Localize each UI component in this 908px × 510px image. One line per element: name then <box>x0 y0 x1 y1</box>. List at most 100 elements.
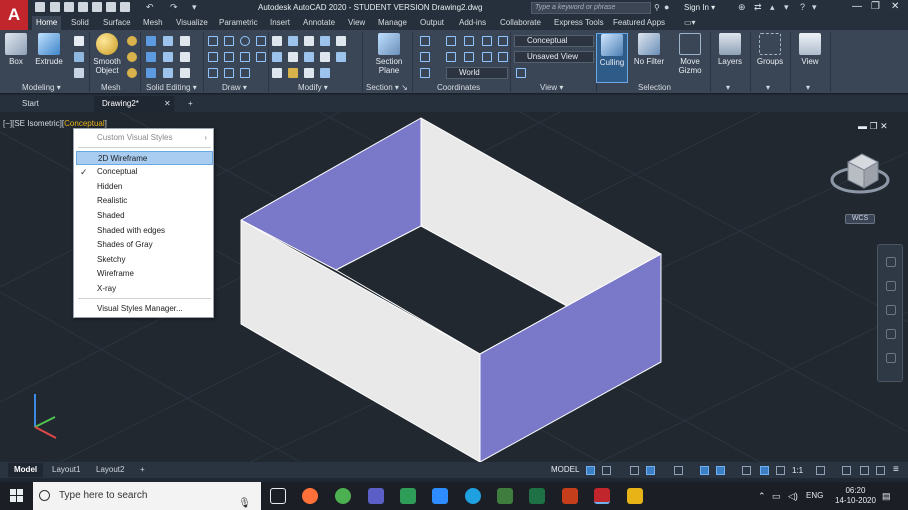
exchange-icon[interactable]: ▴ <box>770 2 775 13</box>
draw-panel-label[interactable]: Draw ▾ <box>222 83 247 92</box>
taskbar-search-input[interactable]: Type here to search 🎙 <box>33 482 261 510</box>
solid-editing-panel-label[interactable]: Solid Editing ▾ <box>146 83 197 92</box>
binoculars-icon[interactable]: ⚲ <box>654 3 664 13</box>
workspace-gear-icon[interactable] <box>816 466 825 475</box>
groups-button[interactable]: Groups <box>754 33 786 66</box>
view-panel-label[interactable]: View ▾ <box>540 83 563 92</box>
circle-icon[interactable] <box>240 36 250 46</box>
qat-more-icon[interactable]: ▾ <box>192 2 197 13</box>
tab-featured-apps[interactable]: Featured Apps <box>609 16 669 30</box>
ucs-object-icon[interactable] <box>446 52 456 62</box>
ucs-3point-icon[interactable] <box>482 52 492 62</box>
redo-icon[interactable]: ↷ <box>170 2 178 13</box>
tab-parametric[interactable]: Parametric <box>215 16 262 30</box>
minimize-icon[interactable]: — <box>852 1 862 12</box>
close-icon[interactable]: ✕ <box>891 1 899 12</box>
annotation-monitor-icon[interactable] <box>842 466 851 475</box>
viewport-minimize-icon[interactable]: ▬ <box>858 121 867 131</box>
dynamic-ucs-icon[interactable] <box>742 466 751 475</box>
offset-icon[interactable] <box>336 52 346 62</box>
layout-tab-layout1[interactable]: Layout1 <box>46 463 86 477</box>
line-icon[interactable] <box>208 36 218 46</box>
loft-icon[interactable] <box>74 68 84 78</box>
polyline-icon[interactable] <box>224 36 234 46</box>
trim-icon[interactable] <box>304 36 314 46</box>
rectangle-icon[interactable] <box>208 68 218 78</box>
menu-item-conceptual[interactable]: ✓ Conceptual <box>74 165 213 179</box>
polysolid-icon[interactable] <box>74 36 84 46</box>
visual-style-dropdown[interactable]: Conceptual <box>514 35 594 47</box>
menu-item-x-ray[interactable]: X-ray <box>74 282 213 296</box>
tab-visualize[interactable]: Visualize <box>172 16 212 30</box>
mirror-icon[interactable] <box>336 36 346 46</box>
volume-icon[interactable]: ◁) <box>788 491 798 502</box>
viewport-label-prefix[interactable]: [−][SE Isometric][ <box>3 119 64 128</box>
microphone-icon[interactable]: 🎙 <box>238 490 251 510</box>
steering-wheel-icon[interactable] <box>886 257 896 267</box>
object-snap-icon[interactable] <box>716 466 725 475</box>
visual-style-label[interactable]: Conceptual <box>64 119 104 128</box>
tab-home[interactable]: Home <box>32 16 62 30</box>
scale-icon[interactable] <box>304 52 314 62</box>
cart-icon[interactable]: ⊕ <box>738 2 746 13</box>
thicken-icon[interactable] <box>163 68 173 78</box>
sign-in-button[interactable]: Sign In ▾ <box>674 3 715 12</box>
erase-icon[interactable] <box>272 68 282 78</box>
search-input[interactable]: Type a keyword or phrase <box>531 2 651 14</box>
help-icon[interactable]: ? <box>800 2 805 12</box>
snipping-icon[interactable] <box>400 488 416 504</box>
autocad-logo[interactable]: A <box>0 0 28 30</box>
separate-icon[interactable] <box>180 68 190 78</box>
tab-mesh[interactable]: Mesh <box>139 16 167 30</box>
smooth-less-icon[interactable] <box>127 52 137 62</box>
viewport-restore-icon[interactable]: ❐ <box>870 121 878 131</box>
file-explorer-icon[interactable] <box>627 488 643 504</box>
presspull-icon[interactable] <box>74 52 84 62</box>
arc-icon[interactable] <box>256 36 266 46</box>
save-icon[interactable] <box>64 2 74 12</box>
share-icon[interactable]: ⇄ <box>754 2 762 13</box>
ucs-z-icon[interactable] <box>498 36 508 46</box>
save-web-icon[interactable] <box>106 2 116 12</box>
network-icon[interactable]: ▭ <box>772 491 781 502</box>
teams-icon[interactable] <box>368 488 384 504</box>
input-language[interactable]: ENG <box>806 491 823 500</box>
customization-menu-icon[interactable]: ≡ <box>893 464 899 475</box>
slice-icon[interactable] <box>163 52 173 62</box>
stretch-icon[interactable] <box>288 52 298 62</box>
refine-mesh-icon[interactable] <box>127 68 137 78</box>
ucs-y-icon[interactable] <box>482 36 492 46</box>
viewport-controls-label[interactable]: [−][SE Isometric][Conceptual] <box>3 119 107 128</box>
windows-start-icon[interactable] <box>10 489 24 503</box>
ucs-world-icon[interactable] <box>446 36 456 46</box>
explode-icon[interactable] <box>288 68 298 78</box>
model-space-button[interactable]: MODEL <box>551 465 579 474</box>
section-plane-button[interactable]: Section Plane <box>372 33 406 75</box>
zoom-app-icon[interactable] <box>432 488 448 504</box>
ucs-view-icon[interactable] <box>420 52 430 62</box>
tab-annotate[interactable]: Annotate <box>299 16 339 30</box>
close-tab-icon[interactable]: ✕ <box>156 96 179 112</box>
ucs-origin-icon[interactable] <box>498 52 508 62</box>
tab-add-ins[interactable]: Add-ins <box>455 16 490 30</box>
view-dropdown-icon[interactable]: ▾ <box>806 83 810 92</box>
notifications-icon[interactable]: ▤ <box>882 491 891 502</box>
open-file-icon[interactable] <box>50 2 60 12</box>
autocad-taskbar-icon[interactable] <box>594 488 610 504</box>
orbit-icon[interactable] <box>886 329 896 339</box>
tab-insert[interactable]: Insert <box>266 16 294 30</box>
new-file-icon[interactable] <box>35 2 45 12</box>
extract-edges-icon[interactable] <box>180 36 190 46</box>
ucs-icon[interactable] <box>420 36 430 46</box>
menu-item-2d-wireframe[interactable]: 2D Wireframe <box>76 151 213 165</box>
align-icon[interactable] <box>304 68 314 78</box>
save-as-icon[interactable] <box>78 2 88 12</box>
culling-button[interactable]: Culling <box>596 33 628 83</box>
ellipse-icon[interactable] <box>240 52 250 62</box>
tab-solid[interactable]: Solid <box>67 16 93 30</box>
layout-tab-model[interactable]: Model <box>8 463 44 477</box>
array-icon[interactable] <box>320 52 330 62</box>
xline-icon[interactable] <box>224 52 234 62</box>
menu-item-shaded[interactable]: Shaded <box>74 209 213 223</box>
interfere-icon[interactable] <box>163 36 173 46</box>
